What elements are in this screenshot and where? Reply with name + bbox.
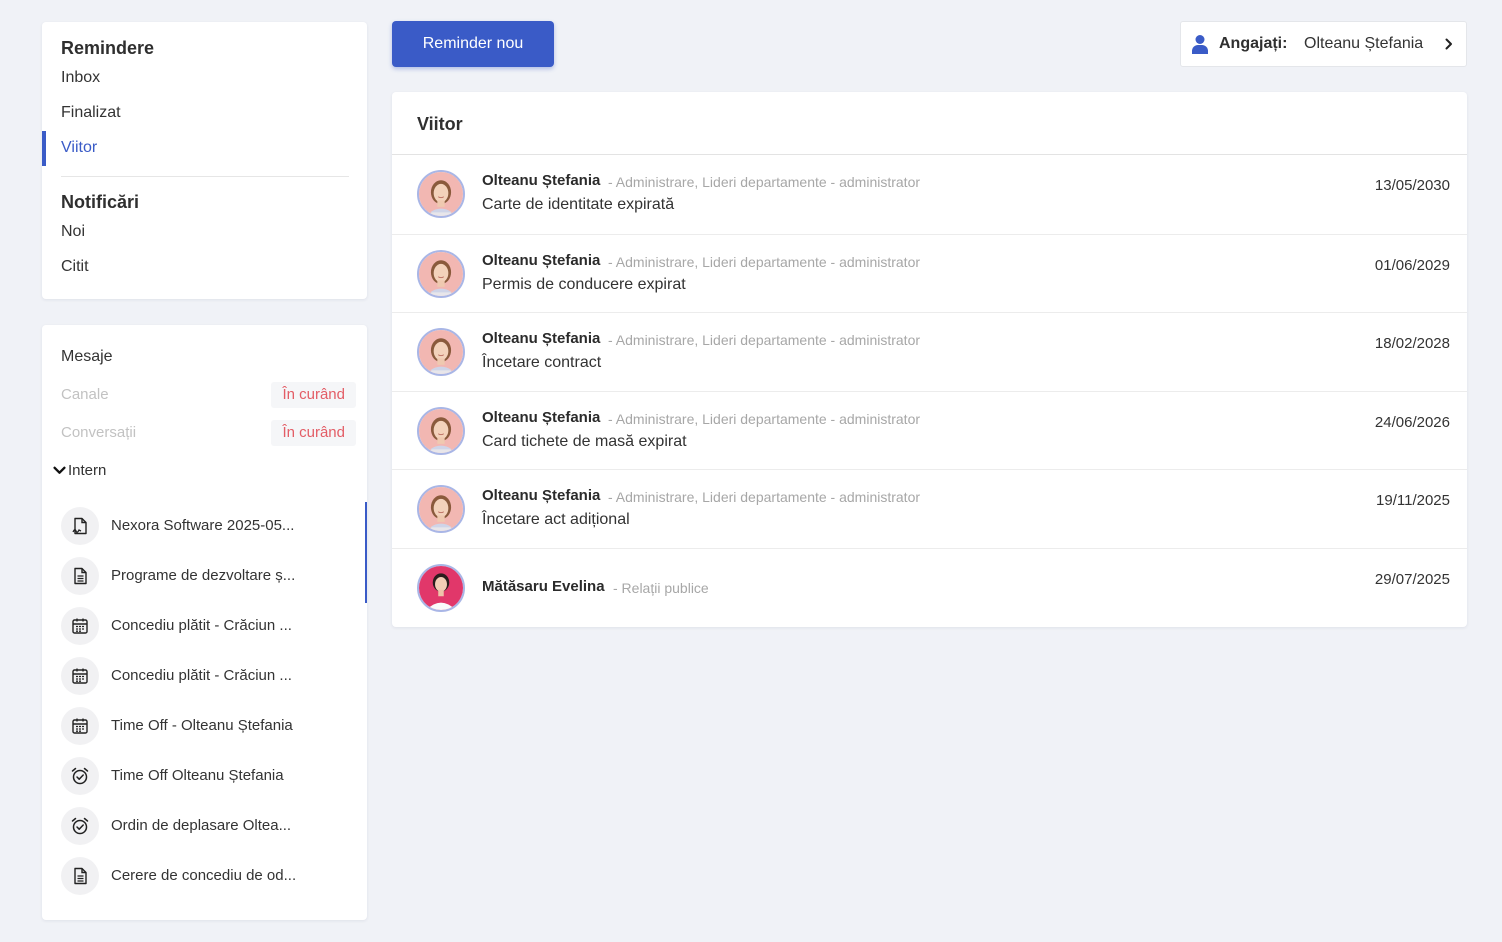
- alarm-check-icon: [61, 757, 99, 795]
- avatar: [417, 564, 465, 612]
- reminders-nav-panel: Remindere Inbox Finalizat Viitor Notific…: [42, 22, 367, 299]
- employee-label: Angajați:: [1219, 35, 1288, 52]
- nav-item-citit[interactable]: Citit: [61, 258, 89, 276]
- list-item[interactable]: Time Off - Olteanu Ștefania: [61, 707, 351, 747]
- reminder-date: 18/02/2028: [1374, 335, 1450, 352]
- signed-document-icon: [61, 507, 99, 545]
- reminder-date: 19/11/2025: [1376, 492, 1450, 509]
- list-item-label: Ordin de deplasare Oltea...: [111, 817, 292, 834]
- list-item-label: Concediu plătit - Crăciun ...: [111, 617, 292, 634]
- nav-item-inbox[interactable]: Inbox: [61, 69, 100, 87]
- employee-value: Olteanu Ștefania: [1304, 35, 1424, 52]
- list-title: Viitor: [417, 114, 463, 134]
- chevron-down-icon: [53, 466, 66, 474]
- reminder-date: 13/05/2030: [1374, 177, 1450, 194]
- reminders-heading: Remindere: [61, 38, 155, 58]
- list-item-label: Nexora Software 2025-05...: [111, 517, 295, 534]
- employee-department: - Administrare, Lideri departamente - ad…: [608, 332, 921, 348]
- reminder-subject: Permis de conducere expirat: [482, 276, 686, 293]
- avatar-image: [419, 172, 463, 216]
- reminder-row[interactable]: Olteanu Ștefania - Administrare, Lideri d…: [392, 312, 1467, 391]
- employee-name[interactable]: Olteanu Ștefania: [482, 409, 600, 426]
- calendar-icon: [61, 607, 99, 645]
- calendar-icon: [61, 657, 99, 695]
- alarm-check-icon: [61, 807, 99, 845]
- document-icon: [61, 857, 99, 895]
- reminder-row[interactable]: Olteanu Ștefania - Administrare, Lideri d…: [392, 234, 1467, 313]
- avatar: [417, 407, 465, 455]
- reminder-row[interactable]: Olteanu Ștefania - Administrare, Lideri d…: [392, 469, 1467, 548]
- reminder-row[interactable]: Olteanu Ștefania - Administrare, Lideri d…: [392, 155, 1467, 234]
- list-item[interactable]: Nexora Software 2025-05...: [61, 507, 351, 547]
- list-item[interactable]: Cerere de concediu de od...: [61, 857, 351, 897]
- reminder-row[interactable]: Olteanu Ștefania - Administrare, Lideri d…: [392, 391, 1467, 470]
- employee-name[interactable]: Olteanu Ștefania: [482, 172, 600, 189]
- channel-row-canale: Canale În curând: [61, 382, 356, 408]
- nav-item-noi[interactable]: Noi: [61, 223, 85, 241]
- list-item-label: Programe de dezvoltare ș...: [111, 567, 296, 584]
- coming-soon-badge: În curând: [271, 420, 356, 446]
- nav-item-viitor[interactable]: Viitor: [61, 139, 97, 157]
- avatar-image: [419, 409, 463, 453]
- avatar: [417, 170, 465, 218]
- list-item[interactable]: Concediu plătit - Crăciun ...: [61, 657, 351, 697]
- employee-department: - Administrare, Lideri departamente - ad…: [608, 174, 921, 190]
- list-item-label: Time Off - Olteanu Ștefania: [111, 717, 293, 734]
- avatar-image: [419, 487, 463, 531]
- list-item[interactable]: Concediu plătit - Crăciun ...: [61, 607, 351, 647]
- avatar: [417, 485, 465, 533]
- list-item-label: Time Off Olteanu Ștefania: [111, 767, 284, 784]
- intern-toggle[interactable]: Intern: [53, 462, 106, 479]
- reminder-date: 24/06/2026: [1374, 414, 1450, 431]
- employee-department: - Administrare, Lideri departamente - ad…: [608, 411, 921, 427]
- messages-panel: Mesaje Canale În curând Conversații În c…: [42, 325, 367, 920]
- channel-label: Canale: [61, 386, 109, 403]
- reminder-row[interactable]: Mătăsaru Evelina - Relații publice 29/07/2…: [392, 548, 1467, 627]
- avatar: [417, 328, 465, 376]
- chevron-right-icon: [1445, 38, 1452, 50]
- list-item[interactable]: Time Off Olteanu Ștefania: [61, 757, 351, 797]
- reminders-list: Viitor Olteanu Ștefania - Administrare, L…: [392, 92, 1467, 627]
- avatar-image: [419, 566, 463, 610]
- list-item[interactable]: Programe de dezvoltare ș...: [61, 557, 351, 597]
- employee-name[interactable]: Olteanu Ștefania: [482, 252, 600, 269]
- document-icon: [61, 557, 99, 595]
- employee-department: - Relații publice: [613, 580, 709, 596]
- scrollbar-thumb[interactable]: [365, 502, 367, 603]
- employee-selector[interactable]: Angajați: Olteanu Ștefania: [1180, 21, 1467, 67]
- coming-soon-badge: În curând: [271, 382, 356, 408]
- calendar-icon: [61, 707, 99, 745]
- active-indicator: [42, 131, 46, 166]
- employee-department: - Administrare, Lideri departamente - ad…: [608, 254, 921, 270]
- list-item[interactable]: Ordin de deplasare Oltea...: [61, 807, 351, 847]
- reminder-subject: Încetare contract: [482, 354, 602, 371]
- avatar: [417, 250, 465, 298]
- employee-name[interactable]: Mătăsaru Evelina: [482, 578, 605, 595]
- reminder-subject: Carte de identitate expirată: [482, 196, 675, 213]
- reminder-date: 29/07/2025: [1374, 571, 1450, 588]
- employee-name[interactable]: Olteanu Ștefania: [482, 330, 600, 347]
- nav-divider: [61, 176, 349, 177]
- list-item-label: Concediu plătit - Crăciun ...: [111, 667, 292, 684]
- nav-item-finalizat[interactable]: Finalizat: [61, 104, 121, 122]
- reminder-date: 01/06/2029: [1374, 257, 1450, 274]
- list-item-label: Cerere de concediu de od...: [111, 867, 297, 884]
- reminder-subject: Încetare act adițional: [482, 511, 630, 528]
- channel-label: Conversații: [61, 424, 137, 441]
- employee-department: - Administrare, Lideri departamente - ad…: [608, 489, 921, 505]
- intern-label: Intern: [68, 462, 107, 479]
- new-reminder-button[interactable]: Reminder nou: [392, 21, 554, 67]
- user-icon: [1192, 35, 1208, 54]
- employee-name[interactable]: Olteanu Ștefania: [482, 487, 600, 504]
- notifications-heading: Notificări: [61, 192, 140, 212]
- avatar-image: [419, 252, 463, 296]
- channel-row-conversatii: Conversații În curând: [61, 420, 356, 446]
- avatar-image: [419, 330, 463, 374]
- reminder-subject: Card tichete de masă expirat: [482, 433, 687, 450]
- messages-title: Mesaje: [61, 348, 113, 365]
